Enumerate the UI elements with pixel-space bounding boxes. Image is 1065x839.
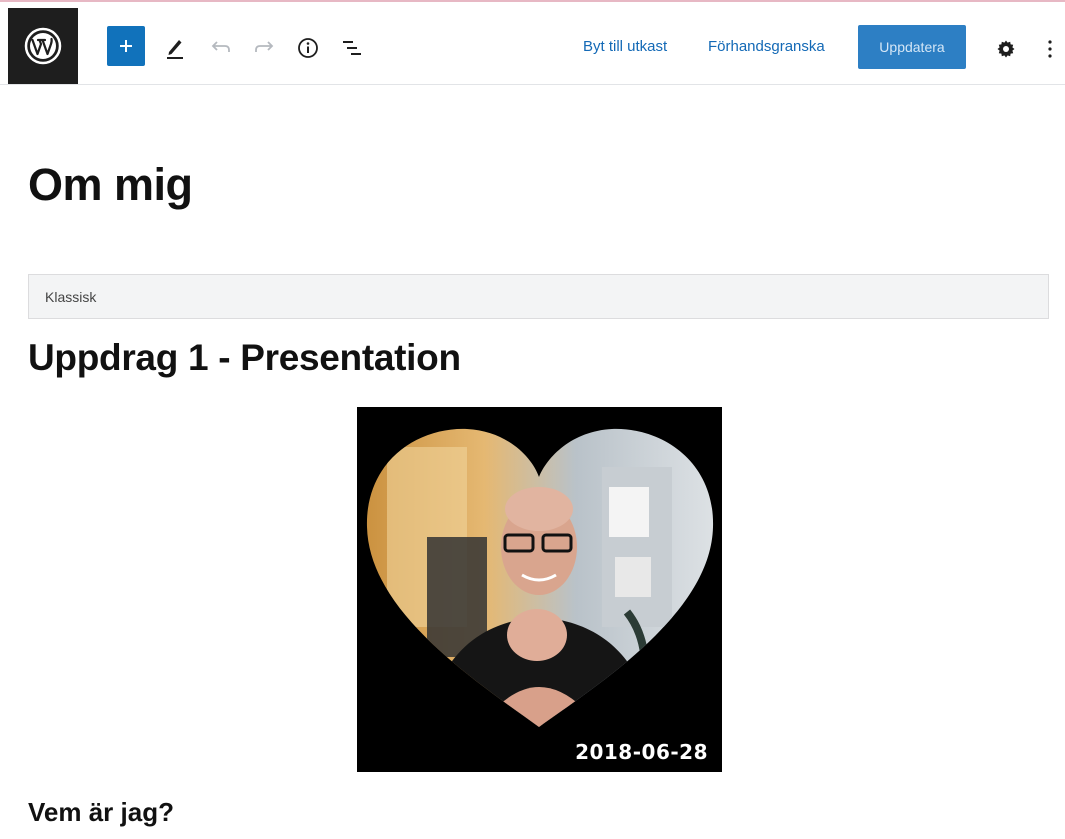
classic-block-label: Klassisk bbox=[45, 288, 97, 305]
more-vertical-icon bbox=[1048, 40, 1052, 58]
pencil-icon bbox=[167, 40, 183, 59]
switch-to-draft-button[interactable]: Byt till utkast bbox=[583, 38, 667, 55]
settings-button[interactable] bbox=[993, 36, 1019, 62]
redo-button[interactable] bbox=[250, 34, 278, 60]
editor-toolbar: Byt till utkast Förhandsgranska Uppdater… bbox=[0, 2, 1065, 85]
plus-icon bbox=[120, 40, 132, 52]
tools-button[interactable] bbox=[162, 32, 188, 62]
gear-icon bbox=[997, 40, 1015, 58]
subheading-block[interactable]: Vem är jag? bbox=[28, 797, 174, 828]
undo-icon bbox=[211, 41, 230, 52]
list-view-button[interactable] bbox=[338, 34, 366, 62]
classic-block-toolbar[interactable]: Klassisk bbox=[28, 274, 1049, 319]
heading-block[interactable]: Uppdrag 1 - Presentation bbox=[28, 337, 461, 379]
details-button[interactable] bbox=[294, 34, 322, 62]
update-button[interactable]: Uppdatera bbox=[858, 25, 966, 69]
wordpress-icon bbox=[24, 27, 62, 65]
list-view-icon bbox=[343, 41, 361, 55]
editor-canvas: Om mig Klassisk Uppdrag 1 - Presentation bbox=[0, 85, 1065, 839]
add-block-button[interactable] bbox=[107, 26, 145, 66]
heart-photo-graphic bbox=[366, 428, 714, 728]
undo-button[interactable] bbox=[207, 34, 235, 60]
image-date-overlay: 2018-06-28 bbox=[575, 740, 708, 764]
heart-photo-image[interactable]: 2018-06-28 bbox=[357, 407, 722, 772]
wordpress-logo-button[interactable] bbox=[8, 8, 78, 84]
preview-button[interactable]: Förhandsgranska bbox=[708, 38, 825, 55]
options-menu-button[interactable] bbox=[1040, 36, 1060, 62]
page-title[interactable]: Om mig bbox=[28, 159, 193, 211]
redo-icon bbox=[255, 41, 274, 52]
info-icon bbox=[298, 38, 318, 58]
